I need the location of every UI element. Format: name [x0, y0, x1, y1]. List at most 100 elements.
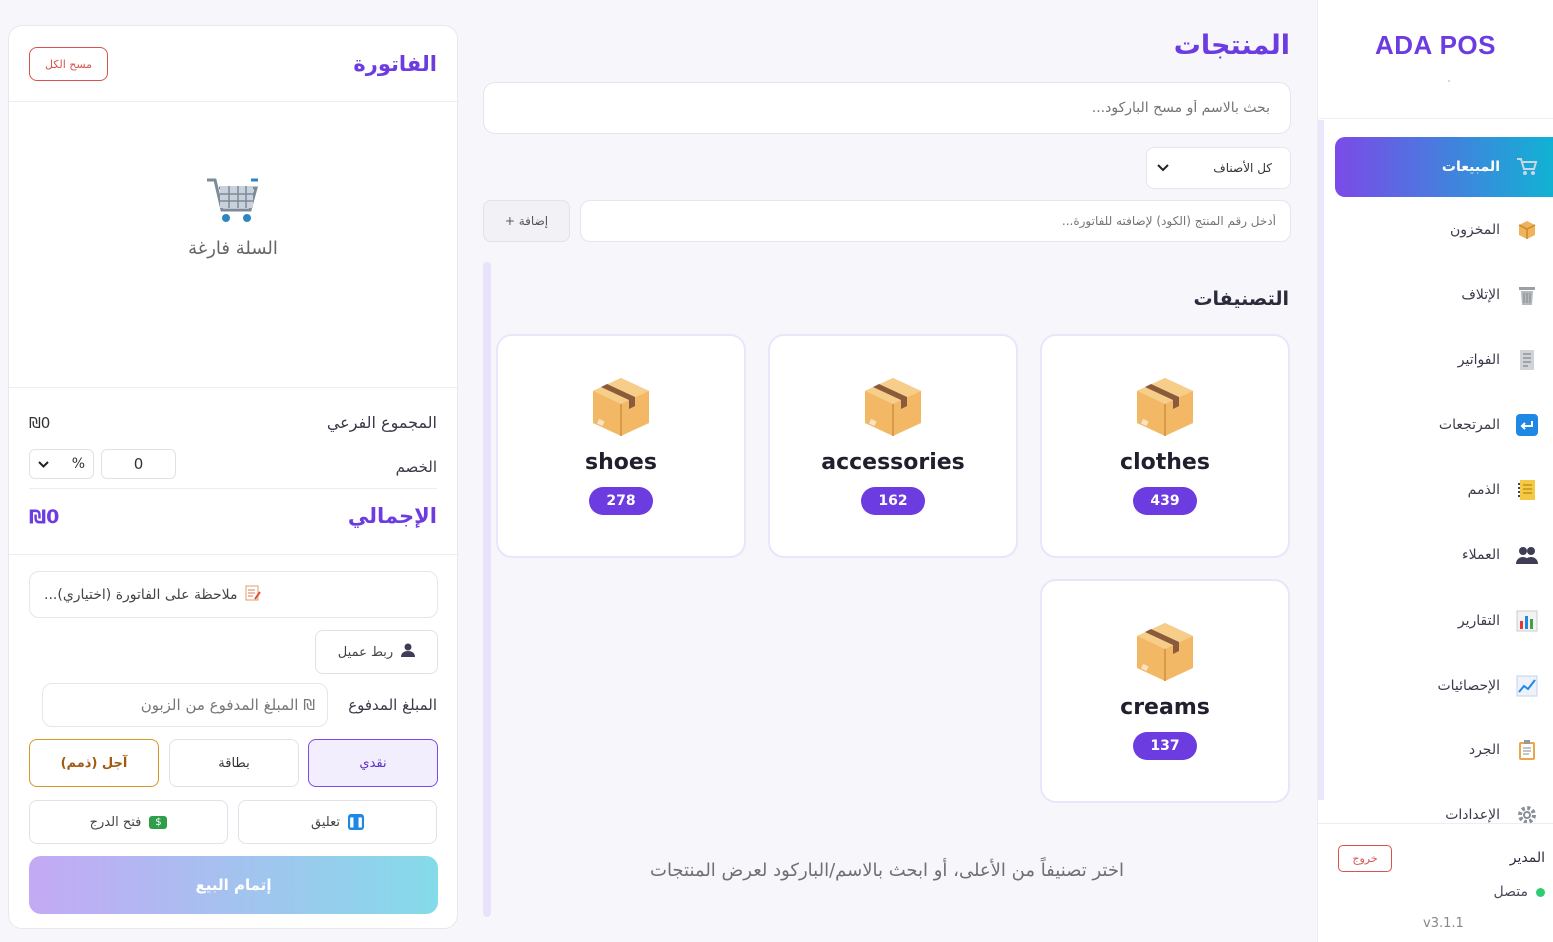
- app-version: v3.1.1: [1423, 916, 1464, 931]
- category-count-badge: 137: [1133, 732, 1197, 760]
- logout-button[interactable]: خروج: [1338, 845, 1392, 872]
- paid-amount-input[interactable]: ₪ المبلغ المدفوع من الزبون: [42, 683, 328, 727]
- sidebar-item-label: الإتلاف: [1461, 287, 1500, 303]
- total-value: ₪0: [29, 506, 60, 528]
- sidebar-item-settings[interactable]: الإعدادات: [1335, 786, 1553, 844]
- category-name: accessories: [821, 450, 965, 475]
- empty-hint: اختر تصنيفاً من الأعلى، أو ابحث بالاسم/ا…: [650, 860, 1124, 881]
- connection-status: متصل: [1494, 884, 1545, 900]
- hold-label: تعليق: [311, 814, 340, 830]
- box-icon: [1516, 219, 1538, 241]
- box-icon: [1137, 378, 1193, 436]
- category-card-creams[interactable]: creams 137: [1040, 579, 1290, 803]
- category-count-badge: 162: [861, 487, 925, 515]
- online-dot-icon: [1536, 887, 1545, 897]
- sidebar-item-label: الذمم: [1467, 482, 1500, 498]
- product-code-input[interactable]: [580, 200, 1291, 242]
- users-icon: [1516, 544, 1538, 566]
- invoice-icon: [1516, 349, 1538, 371]
- hold-invoice-button[interactable]: ❚❚ تعليق: [238, 800, 437, 844]
- sidebar-item-stocktaking[interactable]: الجرد: [1335, 721, 1553, 779]
- category-count-badge: 278: [589, 487, 653, 515]
- sidebar-item-invoices[interactable]: الفواتير: [1335, 331, 1553, 389]
- user-icon: [401, 643, 416, 661]
- add-product-button[interactable]: + إضافة: [483, 200, 570, 242]
- pause-icon: ❚❚: [348, 814, 364, 830]
- discount-type-select[interactable]: %: [29, 449, 94, 479]
- sidebar-item-label: الفواتير: [1457, 352, 1500, 368]
- memo-icon: [245, 585, 262, 605]
- trash-icon: [1516, 284, 1538, 306]
- invoice-divider: [29, 488, 437, 489]
- category-card-clothes[interactable]: clothes 439: [1040, 334, 1290, 558]
- link-customer-button[interactable]: ربط عميل: [315, 630, 438, 674]
- category-count-badge: 439: [1133, 487, 1197, 515]
- categories-title: التصنيفات: [1193, 288, 1289, 310]
- empty-cart: السلة فارغة: [9, 176, 457, 259]
- sidebar-item-label: الجرد: [1468, 742, 1500, 758]
- sidebar-item-label: المخزون: [1449, 222, 1500, 238]
- sidebar-item-receivables[interactable]: الذمم: [1335, 461, 1553, 519]
- sidebar-item-returns[interactable]: المرتجعات: [1335, 396, 1553, 454]
- sidebar-item-sales[interactable]: المبيعات: [1335, 137, 1553, 197]
- category-name: shoes: [585, 450, 657, 475]
- brand-subtitle: [1448, 80, 1450, 82]
- complete-sale-button[interactable]: إتمام البيع: [29, 856, 438, 914]
- sidebar-item-label: الإحصائيات: [1437, 678, 1500, 694]
- link-customer-label: ربط عميل: [337, 644, 394, 660]
- drawer-label: فتح الدرج: [89, 814, 142, 830]
- chevron-down-icon: [38, 456, 49, 472]
- status-label: متصل: [1493, 884, 1528, 900]
- invoice-title: الفاتورة: [353, 52, 437, 76]
- pay-credit-button[interactable]: آجل (ذمم): [29, 739, 159, 787]
- sidebar-item-damage[interactable]: الإتلاف: [1335, 266, 1553, 324]
- pay-card-button[interactable]: بطاقة: [169, 739, 299, 787]
- total-label: الإجمالي: [347, 504, 437, 528]
- invoice-note-placeholder: ملاحظة على الفاتورة (اختياري)...: [44, 586, 238, 603]
- invoice-panel: الفاتورة مسح الكل السلة فارغة المجموع ال…: [8, 25, 458, 929]
- box-icon: [1137, 623, 1193, 681]
- bar-chart-icon: [1516, 610, 1538, 632]
- class-filter-select[interactable]: كل الأصناف: [1146, 147, 1291, 189]
- invoice-divider: [9, 554, 457, 555]
- content-scrollbar[interactable]: [483, 262, 491, 917]
- subtotal-label: المجموع الفرعي: [326, 413, 437, 432]
- user-name: المدير: [1509, 850, 1545, 866]
- sidebar-item-reports[interactable]: التقارير: [1335, 592, 1553, 650]
- brand-logo: ADA POS: [1375, 30, 1496, 60]
- category-name: creams: [1120, 695, 1210, 720]
- sidebar-item-label: التقارير: [1457, 613, 1500, 629]
- pay-cash-button[interactable]: نقدي: [308, 739, 438, 787]
- box-icon: [865, 378, 921, 436]
- sidebar-item-inventory[interactable]: المخزون: [1335, 201, 1553, 259]
- sidebar-item-label: الإعدادات: [1445, 807, 1500, 823]
- class-filter-value: كل الأصناف: [1213, 161, 1272, 175]
- clear-all-button[interactable]: مسح الكل: [29, 47, 108, 81]
- sidebar-scrollbar[interactable]: [1318, 120, 1324, 800]
- sidebar-item-customers[interactable]: العملاء: [1335, 526, 1553, 584]
- sidebar: ADA POS المبيعات المخزون الإتلاف الفواتي…: [1317, 0, 1553, 942]
- return-icon: [1516, 414, 1538, 436]
- discount-type-value: %: [71, 456, 85, 472]
- sidebar-footer-divider: [1318, 823, 1553, 824]
- category-card-shoes[interactable]: shoes 278: [496, 334, 746, 558]
- category-name: clothes: [1120, 450, 1210, 475]
- sidebar-item-label: المبيعات: [1441, 159, 1500, 175]
- cart-icon: [1516, 156, 1538, 178]
- open-drawer-button[interactable]: $ فتح الدرج: [29, 800, 228, 844]
- discount-input[interactable]: 0: [101, 449, 176, 479]
- category-card-accessories[interactable]: accessories 162: [768, 334, 1018, 558]
- subtotal-value: ₪0: [29, 414, 51, 432]
- empty-cart-label: السلة فارغة: [188, 238, 278, 259]
- notebook-icon: [1516, 479, 1538, 501]
- chevron-down-icon: [1157, 161, 1169, 175]
- cash-icon: $: [149, 815, 168, 829]
- invoice-divider: [9, 387, 457, 388]
- invoice-note-input[interactable]: ملاحظة على الفاتورة (اختياري)...: [29, 571, 438, 618]
- search-input[interactable]: [483, 82, 1291, 134]
- paid-amount-label: المبلغ المدفوع: [348, 696, 437, 714]
- sidebar-item-statistics[interactable]: الإحصائيات: [1335, 657, 1553, 715]
- discount-label: الخصم: [395, 458, 437, 476]
- sidebar-item-label: المرتجعات: [1438, 417, 1500, 433]
- box-icon: [593, 378, 649, 436]
